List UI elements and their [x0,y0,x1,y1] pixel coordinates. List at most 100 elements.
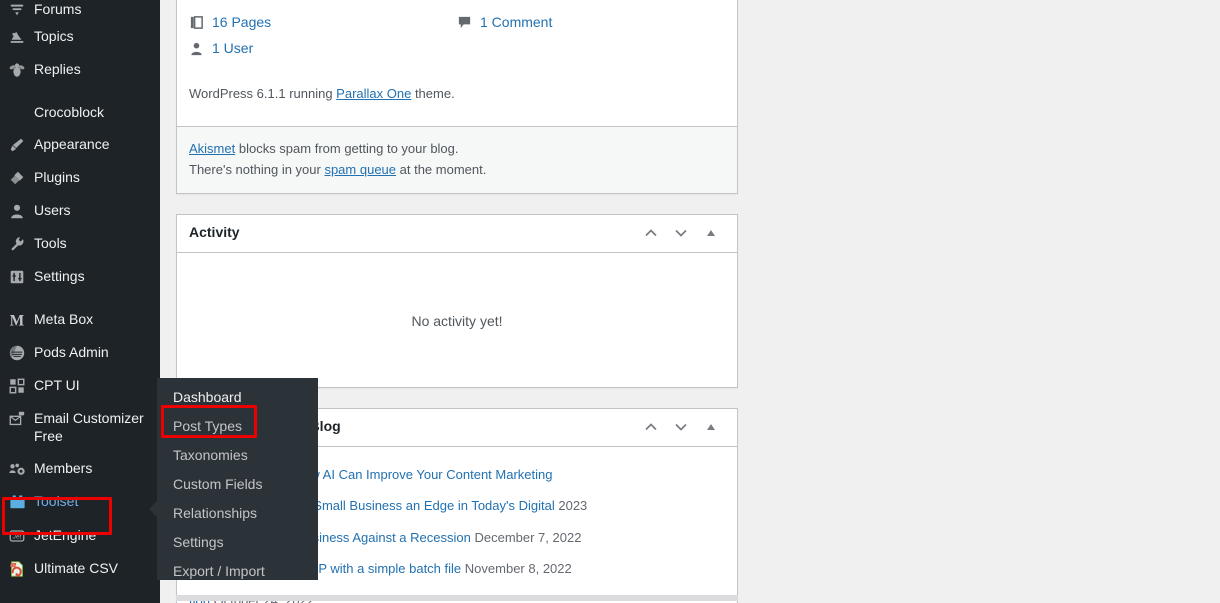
glance-item-pages[interactable]: 16 Pages [189,9,457,35]
version-prefix: WordPress 6.1.1 running [189,86,337,101]
sidebar-item-tools[interactable]: Tools [0,227,160,260]
page-bottom-shadow [176,595,738,601]
move-down-icon[interactable] [667,412,695,442]
forums-icon [0,0,34,19]
submenu-item-dashboard[interactable]: Dashboard [157,383,318,412]
sidebar-item-crocoblock[interactable]: Crocoblock [0,96,160,128]
activity-empty-text: No activity yet! [411,312,503,329]
at-a-glance-body: 16 Pages 1 Comment 1 User WordPress 6.1.… [177,0,737,126]
members-icon [0,459,34,478]
sidebar-item-appearance[interactable]: Appearance [0,128,160,161]
settings-icon [0,267,34,286]
toggle-panel-icon[interactable] [697,218,725,248]
sidebar-item-meta-box[interactable]: M Meta Box [0,303,160,336]
at-a-glance-widget: At a Glance [176,0,738,194]
sidebar-item-settings[interactable]: Settings [0,260,160,293]
akismet-line-2-post: at the moment. [396,161,487,177]
toolset-submenu: Dashboard Post Types Taxonomies Custom F… [157,378,318,580]
admin-sidebar: Forums Topics Replies Crocoblock Appeara… [0,0,160,603]
sidebar-item-pods-admin[interactable]: Pods Admin [0,336,160,369]
sidebar-item-forums[interactable]: Forums [0,0,160,20]
users-icon [0,201,34,220]
sidebar-separator [0,293,160,303]
sidebar-item-label: Settings [34,268,85,284]
at-a-glance-stats: 16 Pages 1 Comment 1 User [189,9,725,61]
sidebar-item-cpt-ui[interactable]: CPT UI [0,369,160,402]
sidebar-item-replies[interactable]: Replies [0,53,160,86]
sidebar-item-toolset[interactable]: Toolset [0,485,160,519]
sidebar-item-label: JetEngine [34,527,97,543]
replies-icon [0,60,34,79]
move-down-icon[interactable] [667,218,695,248]
sidebar-item-label: Users [34,202,71,218]
appearance-icon [0,135,34,154]
sidebar-item-label: Replies [34,61,81,77]
sidebar-separator [0,86,160,96]
sidebar-item-email-customizer-free[interactable]: Email Customizer Free [0,402,160,452]
submenu-item-settings[interactable]: Settings [157,528,318,557]
glance-item-comments[interactable]: 1 Comment [457,9,725,35]
submenu-item-custom-fields[interactable]: Custom Fields [157,470,318,499]
rss-item-date: November 8, 2022 [464,561,572,577]
sidebar-item-label: Pods Admin [34,344,109,360]
user-icon [189,41,204,56]
activity-body: No activity yet! [177,253,737,387]
ultimate-csv-icon: CSV [0,559,34,578]
akismet-link[interactable]: Akismet [189,141,235,156]
glance-users-label: 1 User [212,40,254,56]
rss-item-date: 2023 [558,498,588,514]
flyout-pointer [149,500,158,518]
akismet-notice: Akismet blocks spam from getting to your… [177,126,737,193]
toolset-icon [0,492,34,512]
admin-page: At a Glance [0,0,1220,603]
wordpress-version-line: WordPress 6.1.1 running Parallax One the… [189,74,725,101]
email-customizer-icon [0,409,34,428]
activity-header: Activity [177,215,737,253]
sidebar-item-users[interactable]: Users [0,194,160,227]
topics-icon [0,27,34,46]
move-up-icon[interactable] [637,412,665,442]
rss-item-date: December 7, 2022 [474,529,582,545]
akismet-line-2-pre: There's nothing in your [189,161,325,177]
sidebar-item-label: Toolset [34,493,79,509]
theme-link[interactable]: Parallax One [336,86,411,101]
sidebar-item-label: Topics [34,28,74,44]
sidebar-item-label: Tools [34,235,67,251]
cptui-icon [0,376,34,395]
submenu-item-export-import[interactable]: Export / Import [157,557,318,586]
sidebar-item-label: CPT UI [34,377,80,393]
metabox-icon: M [0,310,34,329]
rss-handle-actions [637,412,725,442]
sidebar-item-ultimate-csv[interactable]: CSV Ultimate CSV [0,552,160,585]
comment-icon [457,15,472,30]
version-suffix: theme. [411,86,455,101]
submenu-item-post-types[interactable]: Post Types [157,412,318,441]
tools-icon [0,234,34,253]
sidebar-item-label: Plugins [34,169,80,185]
sidebar-item-plugins[interactable]: Plugins [0,161,160,194]
sidebar-item-label: Ultimate CSV [34,560,119,576]
akismet-line-2: There's nothing in your spam queue at th… [189,160,725,181]
spam-queue-link[interactable]: spam queue [324,162,396,177]
glance-item-users[interactable]: 1 User [189,35,457,61]
sidebar-item-label: Crocoblock [34,104,105,120]
submenu-item-taxonomies[interactable]: Taxonomies [157,441,318,470]
sidebar-item-topics[interactable]: Topics [0,20,160,53]
akismet-line-1-rest: blocks spam from getting to your blog. [235,141,459,156]
pages-icon [189,15,204,30]
toggle-panel-icon[interactable] [697,412,725,442]
submenu-item-relationships[interactable]: Relationships [157,499,318,528]
crocoblock-icon [0,103,34,104]
move-up-icon[interactable] [637,218,665,248]
svg-text:Jet: Jet [12,534,22,541]
akismet-line-1: Akismet blocks spam from getting to your… [189,139,725,160]
jetengine-icon: Jet [0,526,34,545]
sidebar-item-members[interactable]: Members [0,452,160,485]
sidebar-item-label: Appearance [34,136,110,152]
sidebar-item-jetengine[interactable]: Jet JetEngine [0,519,160,552]
sidebar-item-label: Forums [34,1,82,17]
activity-title: Activity [189,224,240,241]
svg-text:M: M [10,312,24,329]
activity-widget: Activity No activity yet! [176,213,738,388]
activity-handle-actions [637,218,725,248]
